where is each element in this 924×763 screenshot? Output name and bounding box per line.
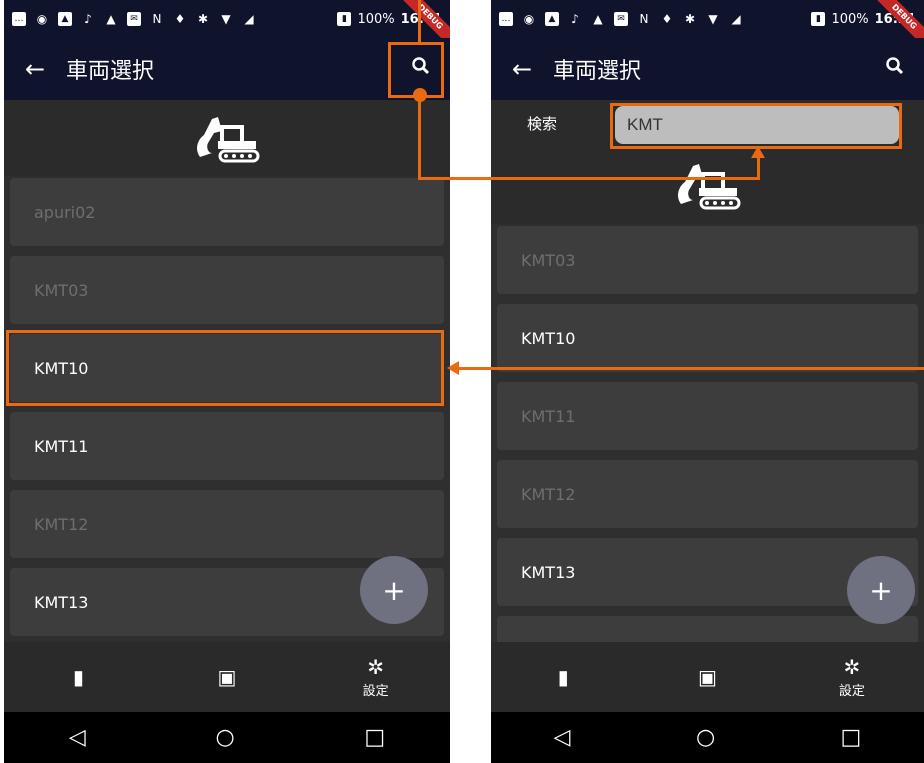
- nav-badge[interactable]: ▣: [153, 666, 302, 688]
- annotation-line: [418, 96, 421, 180]
- back-triangle-icon[interactable]: ◁: [554, 725, 571, 750]
- list-item[interactable]: apuri02: [10, 178, 444, 246]
- list-item[interactable]: KMT11: [10, 412, 444, 480]
- list-item[interactable]: KMT12: [497, 460, 918, 528]
- gear-icon: ✲: [367, 654, 385, 679]
- target-icon: ◉: [36, 12, 48, 26]
- mail-icon: ✉: [127, 12, 141, 26]
- badge-icon: ▣: [698, 665, 717, 689]
- warning-icon: ▲: [593, 12, 603, 26]
- bluetooth-icon: ✱: [684, 12, 696, 26]
- battery-icon: ▮: [811, 12, 826, 26]
- search-button[interactable]: [866, 56, 924, 82]
- nav-map[interactable]: ▮: [491, 666, 635, 688]
- arrow-left-icon: ←: [511, 55, 533, 83]
- app-icon: ♪: [571, 12, 579, 26]
- arrow-left-icon: ←: [24, 55, 46, 83]
- battery-icon: ▮: [337, 12, 352, 26]
- app-icon: ♪: [84, 12, 92, 26]
- search-label: 検索: [527, 114, 558, 133]
- nav-settings[interactable]: ✲ 設定: [780, 656, 924, 699]
- location-icon: ♦: [174, 12, 186, 26]
- list-item[interactable]: KMT03: [10, 256, 444, 324]
- list-item[interactable]: KMT12: [10, 490, 444, 558]
- annotation-arrowhead: [447, 361, 459, 375]
- annotation-box-search-input: [610, 103, 902, 149]
- annotation-line: [458, 367, 924, 370]
- nav-map[interactable]: ▮: [4, 666, 153, 688]
- add-button[interactable]: +: [847, 556, 915, 624]
- settings-label: 設定: [838, 683, 865, 699]
- wifi-icon: ▼: [221, 12, 231, 26]
- list-item[interactable]: KMT11: [497, 382, 918, 450]
- recents-square-icon[interactable]: □: [364, 725, 385, 750]
- app-bar: ← 車両選択: [4, 38, 450, 100]
- excavator-icon: [197, 117, 260, 163]
- badge-icon: ▣: [217, 665, 237, 689]
- back-button[interactable]: ←: [491, 55, 553, 83]
- annotation-line: [418, 0, 421, 42]
- status-bar: … ◉ ▲ ♪ ▲ ✉ N ♦ ✱ ▼ ◢ ▮ 100% 16:41 DEBUG: [4, 0, 450, 52]
- system-navigation: ◁ ○ □: [491, 712, 924, 763]
- wifi-icon: ▼: [708, 12, 718, 26]
- map-icon: ▮: [72, 665, 84, 689]
- gear-icon: ✲: [843, 654, 861, 679]
- signal-icon: ◢: [244, 12, 254, 26]
- annotation-box-kmt10: [6, 330, 444, 406]
- back-triangle-icon[interactable]: ◁: [69, 725, 86, 750]
- warning-icon: ▲: [106, 12, 116, 26]
- page-title: 車両選択: [553, 59, 642, 84]
- nav-settings[interactable]: ✲ 設定: [301, 656, 450, 699]
- add-button[interactable]: +: [360, 556, 428, 624]
- image-icon: ▲: [58, 12, 72, 26]
- status-bar: … ◉ ▲ ♪ ▲ ✉ N ♦ ✱ ▼ ◢ ▮ 100% 16:21 DEBUG: [491, 0, 924, 52]
- message-icon: …: [499, 12, 513, 26]
- page-title: 車両選択: [66, 59, 155, 84]
- list-item[interactable]: KMT10: [497, 304, 918, 372]
- back-button[interactable]: ←: [4, 55, 66, 83]
- home-circle-icon[interactable]: ○: [215, 725, 234, 750]
- annotation-line: [418, 177, 760, 180]
- excavator-banner: [4, 100, 450, 176]
- home-circle-icon[interactable]: ○: [696, 725, 715, 750]
- nav-badge[interactable]: ▣: [635, 666, 779, 688]
- nfc-icon: N: [639, 12, 649, 26]
- settings-label: 設定: [362, 683, 389, 699]
- target-icon: ◉: [523, 12, 535, 26]
- location-icon: ♦: [661, 12, 673, 26]
- battery-percent: 100%: [831, 11, 869, 27]
- excavator-icon: [677, 164, 740, 210]
- excavator-banner: [491, 146, 924, 224]
- system-navigation: ◁ ○ □: [4, 712, 450, 763]
- list-item[interactable]: KMT03: [497, 226, 918, 294]
- bluetooth-icon: ✱: [197, 12, 209, 26]
- battery-percent: 100%: [357, 11, 395, 27]
- nfc-icon: N: [152, 12, 162, 26]
- map-icon: ▮: [557, 665, 569, 689]
- message-icon: …: [12, 12, 26, 26]
- image-icon: ▲: [545, 12, 559, 26]
- bottom-navigation: ▮ ▣ ✲ 設定: [4, 642, 450, 712]
- mail-icon: ✉: [614, 12, 628, 26]
- list-item[interactable]: [497, 616, 918, 642]
- app-bar: ← 車両選択: [491, 38, 924, 100]
- signal-icon: ◢: [731, 12, 741, 26]
- search-icon: [886, 57, 904, 75]
- bottom-navigation: ▮ ▣ ✲ 設定: [491, 642, 924, 712]
- recents-square-icon[interactable]: □: [841, 725, 862, 750]
